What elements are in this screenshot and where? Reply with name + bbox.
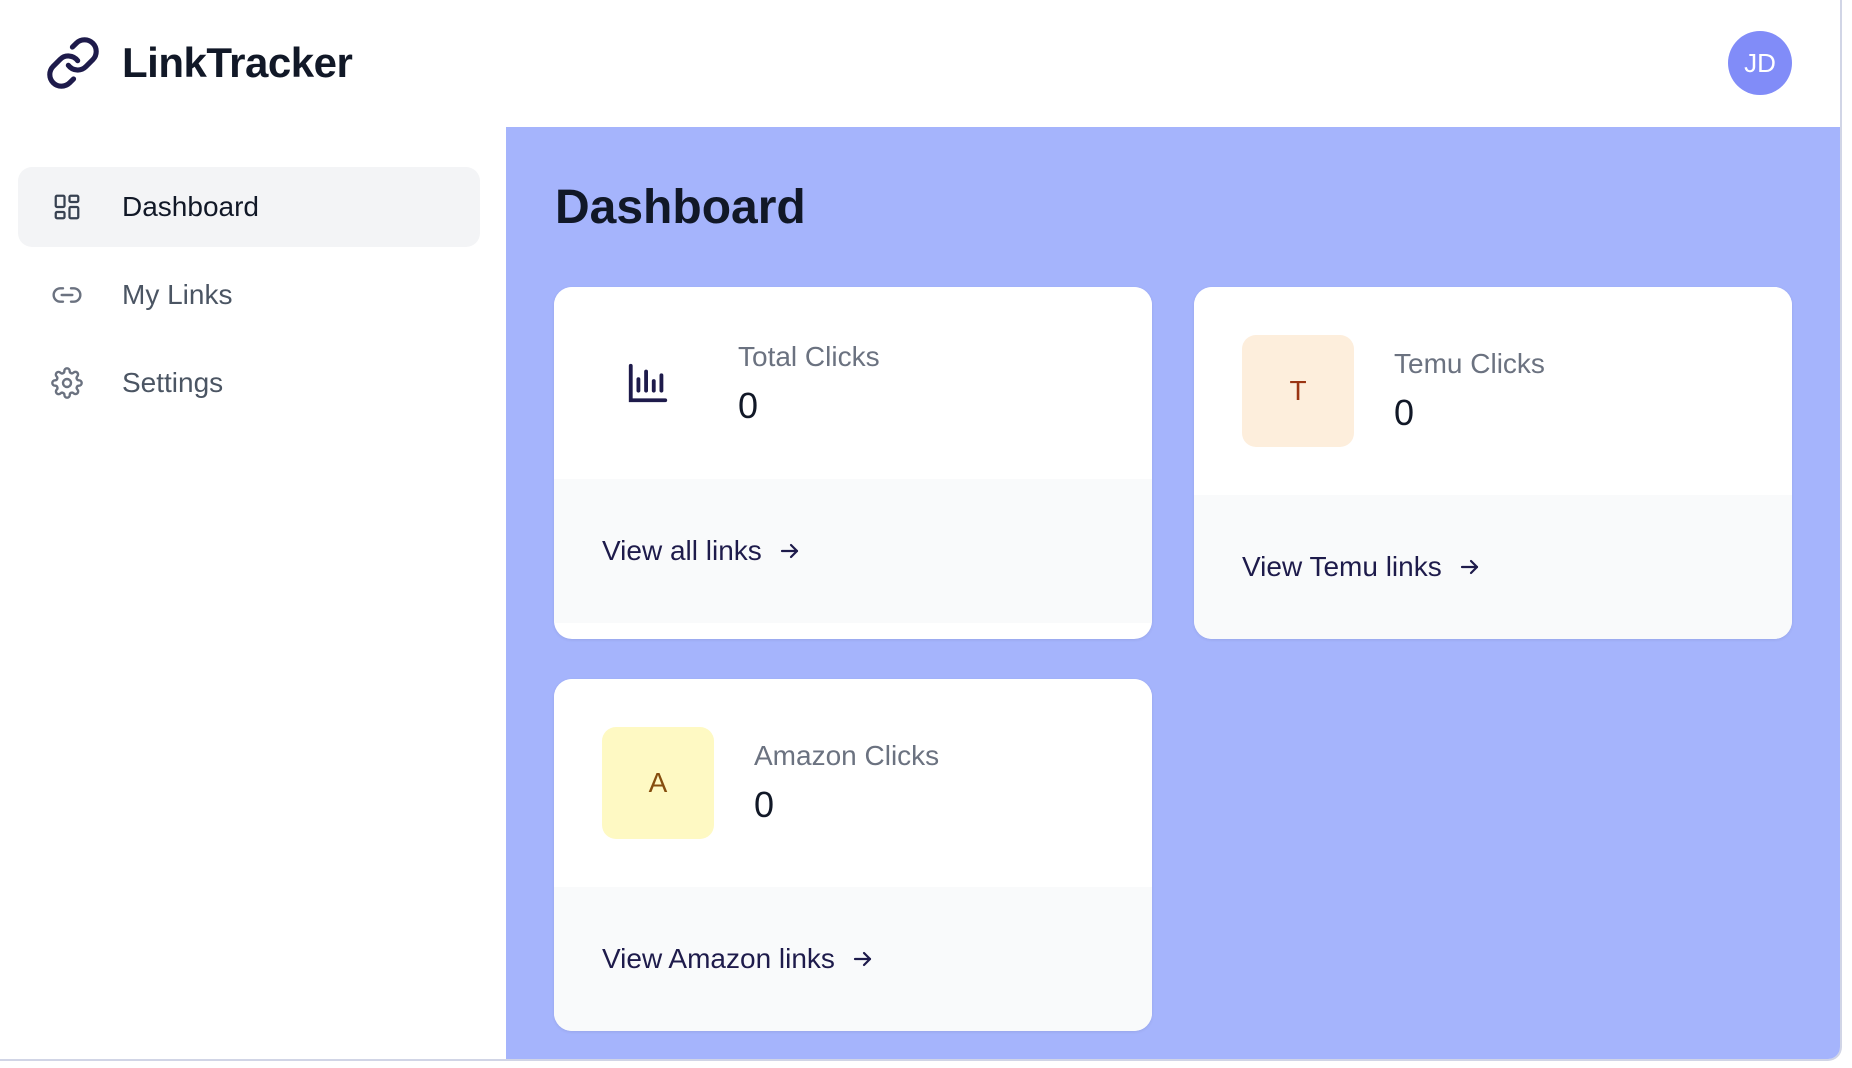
gear-icon [50, 366, 84, 400]
page-title: Dashboard [555, 181, 806, 234]
link-label: View Amazon links [602, 943, 835, 974]
link-label: View all links [602, 535, 762, 566]
card-footer: View Temu links [1194, 495, 1792, 639]
amazon-badge: A [602, 727, 714, 839]
card-footer: View Amazon links [554, 887, 1152, 1031]
link-label: View Temu links [1242, 551, 1442, 582]
sidebar-item-label: Settings [122, 367, 224, 398]
temu-badge: T [1242, 335, 1354, 447]
arrow-right-icon [851, 947, 875, 971]
sidebar-item-settings[interactable]: Settings [18, 343, 480, 423]
stat-value: 0 [738, 385, 759, 426]
bar-chart-icon [624, 359, 672, 407]
sidebar-item-my-links[interactable]: My Links [18, 255, 480, 335]
sidebar-item-label: My Links [122, 279, 233, 310]
user-avatar[interactable]: JD [1728, 31, 1792, 95]
view-temu-links-link[interactable]: View Temu links [1242, 551, 1482, 583]
stat-label: Amazon Clicks [754, 740, 940, 771]
sidebar-item-dashboard[interactable]: Dashboard [18, 167, 480, 247]
temu-clicks-card: T Temu Clicks 0 View Temu links [1194, 287, 1792, 639]
stat-value: 0 [754, 784, 775, 825]
main-content: Dashboard Total Clicks 0 View all links … [506, 127, 1840, 1059]
stat-label: Total Clicks [738, 341, 880, 372]
card-stat-section: Total Clicks 0 [554, 287, 1152, 479]
chain-link-logo-icon [44, 34, 102, 92]
view-all-links-link[interactable]: View all links [602, 535, 802, 567]
sidebar-item-label: Dashboard [122, 191, 259, 222]
arrow-right-icon [778, 539, 802, 563]
app-logo[interactable]: LinkTracker [44, 34, 353, 92]
stat-value: 0 [1394, 392, 1415, 433]
link-icon [50, 278, 84, 312]
app-window: LinkTracker JD Dashboard My Links Settin… [0, 0, 1842, 1061]
stat-label: Temu Clicks [1394, 348, 1545, 379]
card-stat-section: T Temu Clicks 0 [1194, 287, 1792, 495]
card-footer: View all links [554, 479, 1152, 623]
dashboard-grid-icon [50, 190, 84, 224]
total-clicks-card: Total Clicks 0 View all links [554, 287, 1152, 639]
amazon-clicks-card: A Amazon Clicks 0 View Amazon links [554, 679, 1152, 1031]
view-amazon-links-link[interactable]: View Amazon links [602, 943, 875, 975]
sidebar: Dashboard My Links Settings [0, 127, 506, 1059]
top-header: LinkTracker JD [0, 0, 1840, 127]
card-stat-section: A Amazon Clicks 0 [554, 679, 1152, 887]
app-name: LinkTracker [122, 39, 353, 86]
arrow-right-icon [1458, 555, 1482, 579]
